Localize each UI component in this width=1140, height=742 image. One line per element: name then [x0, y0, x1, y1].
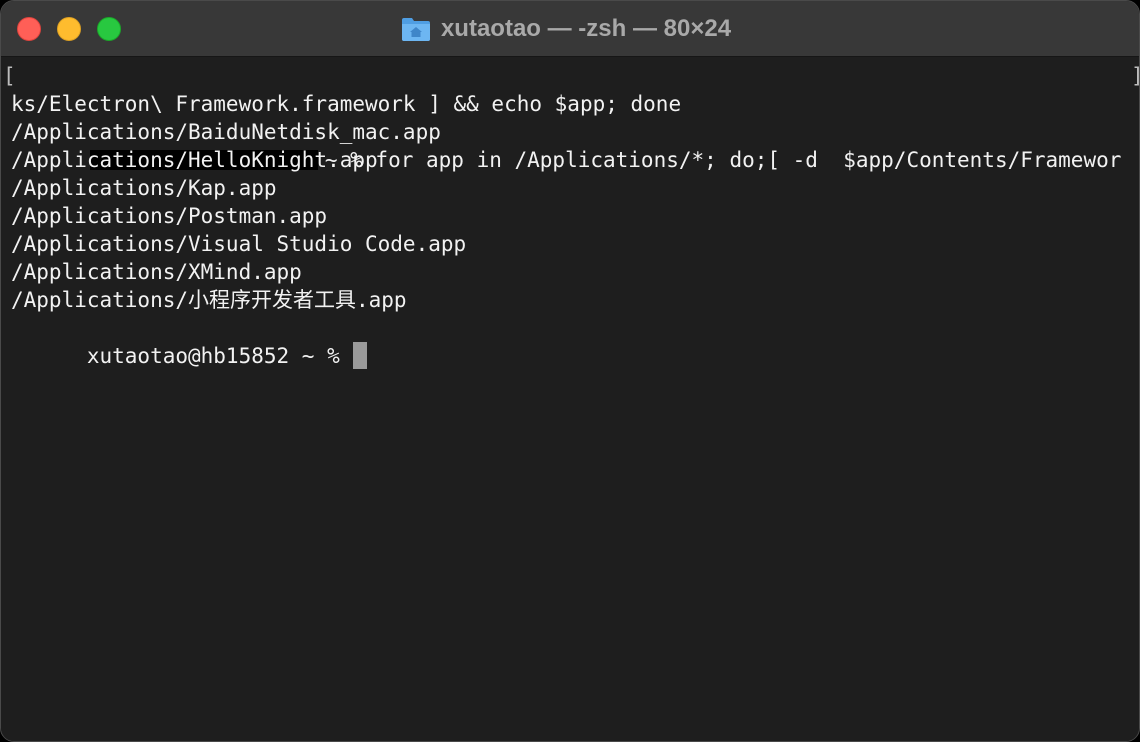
- title-bar[interactable]: xutaotao — -zsh — 80×24: [1, 1, 1139, 57]
- text-cursor: [353, 342, 368, 369]
- output-line: /Applications/Kap.app: [11, 176, 277, 200]
- terminal-window: xutaotao — -zsh — 80×24 [ ] ~ % for app …: [0, 0, 1140, 742]
- output-line: /Applications/Postman.app: [11, 204, 328, 228]
- home-folder-icon: [401, 16, 431, 42]
- output-line: /Applications/BaiduNetdisk_mac.app: [11, 120, 441, 144]
- shell-prompt: xutaotao@hb15852 ~ %: [86, 344, 353, 368]
- command-line-wrapped: ks/Electron\ Framework.framework ] && ec…: [11, 92, 682, 116]
- output-line: /Applications/小程序开发者工具.app: [11, 288, 407, 312]
- line-wrap-marker-right: ]: [1131, 62, 1139, 90]
- output-line: /Applications/HelloKnight.app: [11, 148, 378, 172]
- terminal-content[interactable]: [ ] ~ % for app in /Applications/*; do;[…: [1, 57, 1139, 741]
- window-title-group: xutaotao — -zsh — 80×24: [1, 1, 1139, 57]
- prompt-line[interactable]: xutaotao@hb15852 ~ %: [11, 314, 1139, 369]
- output-line: /Applications/XMind.app: [11, 260, 302, 284]
- window-title: xutaotao — -zsh — 80×24: [440, 15, 732, 42]
- output-line: /Applications/Visual Studio Code.app: [11, 232, 467, 256]
- line-wrap-marker-left: [: [3, 64, 16, 88]
- command-line: [ ] ~ % for app in /Applications/*; do;[…: [3, 62, 1139, 172]
